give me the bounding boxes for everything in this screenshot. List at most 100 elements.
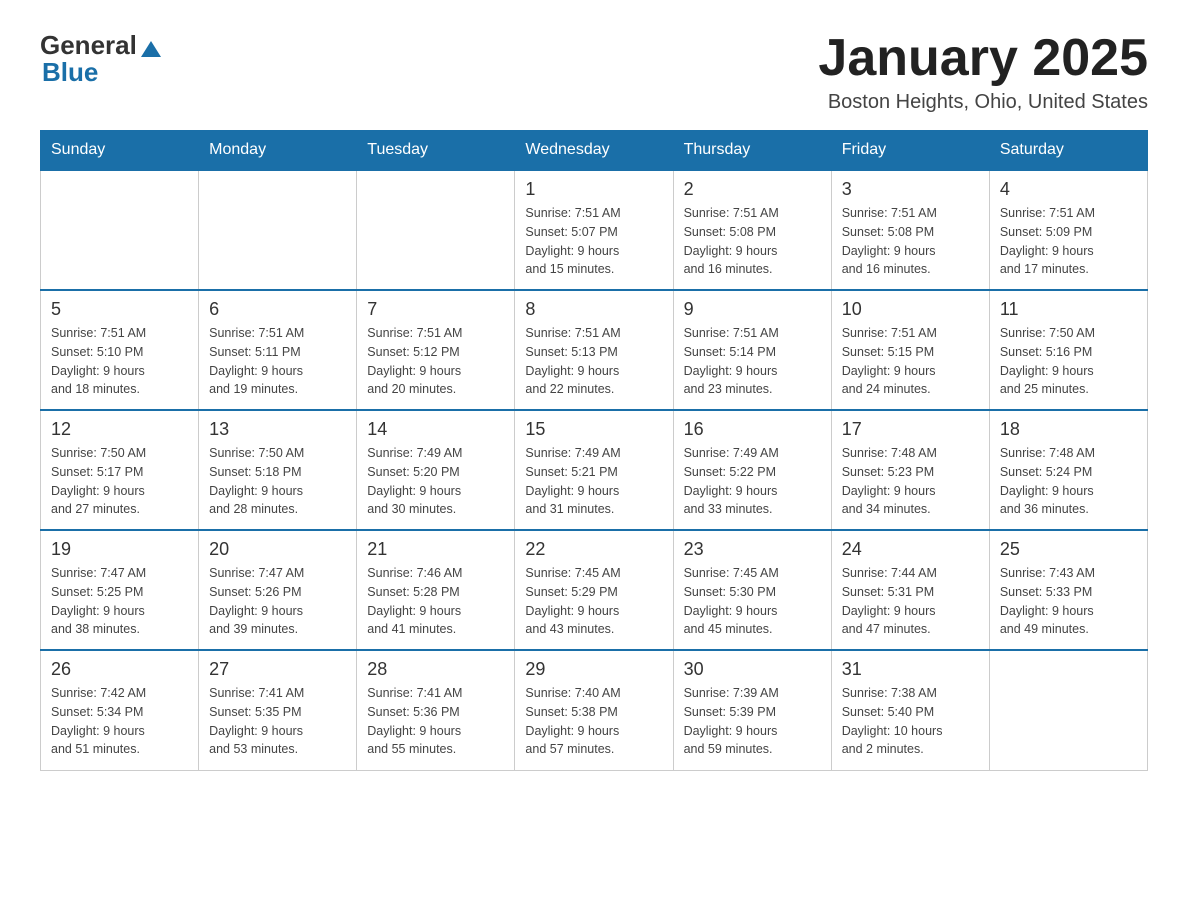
day-number: 14 [367,419,504,440]
day-number: 8 [525,299,662,320]
day-number: 1 [525,179,662,200]
calendar-table: SundayMondayTuesdayWednesdayThursdayFrid… [40,130,1148,771]
calendar-cell: 22 Sunrise: 7:45 AM Sunset: 5:29 PM Dayli… [515,530,673,650]
day-info: Sunrise: 7:41 AM Sunset: 5:36 PM Dayligh… [367,684,504,759]
calendar-cell: 10 Sunrise: 7:51 AM Sunset: 5:15 PM Dayli… [831,290,989,410]
calendar-cell: 2Sunrise: 7:51 AM Sunset: 5:08 PM Daylig… [673,170,831,290]
day-number: 29 [525,659,662,680]
day-number: 24 [842,539,979,560]
calendar-cell [41,170,199,290]
day-number: 21 [367,539,504,560]
calendar-cell: 17 Sunrise: 7:48 AM Sunset: 5:23 PM Dayli… [831,410,989,530]
day-number: 26 [51,659,188,680]
logo: General Blue [40,30,161,88]
day-number: 19 [51,539,188,560]
day-info: Sunrise: 7:51 AM Sunset: 5:08 PM Dayligh… [842,204,979,279]
calendar-header-row: SundayMondayTuesdayWednesdayThursdayFrid… [41,131,1148,171]
day-number: 17 [842,419,979,440]
calendar-title: January 2025 [818,30,1148,87]
day-number: 4 [1000,179,1137,200]
day-info: Sunrise: 7:43 AM Sunset: 5:33 PM Dayligh… [1000,564,1137,639]
calendar-cell: 7Sunrise: 7:51 AM Sunset: 5:12 PM Daylig… [357,290,515,410]
week-row-5: 26Sunrise: 7:42 AM Sunset: 5:34 PM Dayli… [41,650,1148,770]
logo-arrow-icon [141,41,161,57]
week-row-2: 5Sunrise: 7:51 AM Sunset: 5:10 PM Daylig… [41,290,1148,410]
day-info: Sunrise: 7:46 AM Sunset: 5:28 PM Dayligh… [367,564,504,639]
day-of-week-friday: Friday [831,131,989,171]
day-info: Sunrise: 7:48 AM Sunset: 5:24 PM Dayligh… [1000,444,1137,519]
day-number: 31 [842,659,979,680]
day-number: 22 [525,539,662,560]
calendar-cell: 4 Sunrise: 7:51 AM Sunset: 5:09 PM Daylig… [989,170,1147,290]
calendar-cell: 11Sunrise: 7:50 AM Sunset: 5:16 PM Dayli… [989,290,1147,410]
day-info: Sunrise: 7:41 AM Sunset: 5:35 PM Dayligh… [209,684,346,759]
day-number: 5 [51,299,188,320]
day-info: Sunrise: 7:38 AM Sunset: 5:40 PM Dayligh… [842,684,979,759]
day-number: 10 [842,299,979,320]
day-number: 6 [209,299,346,320]
day-number: 23 [684,539,821,560]
day-of-week-monday: Monday [199,131,357,171]
calendar-cell: 18 Sunrise: 7:48 AM Sunset: 5:24 PM Dayli… [989,410,1147,530]
day-info: Sunrise: 7:50 AM Sunset: 5:16 PM Dayligh… [1000,324,1137,399]
calendar-cell: 14 Sunrise: 7:49 AM Sunset: 5:20 PM Dayli… [357,410,515,530]
day-info: Sunrise: 7:49 AM Sunset: 5:21 PM Dayligh… [525,444,662,519]
calendar-cell: 16 Sunrise: 7:49 AM Sunset: 5:22 PM Dayli… [673,410,831,530]
calendar-cell [357,170,515,290]
day-number: 3 [842,179,979,200]
week-row-1: 1 Sunrise: 7:51 AM Sunset: 5:07 PM Daylig… [41,170,1148,290]
calendar-cell: 21 Sunrise: 7:46 AM Sunset: 5:28 PM Dayli… [357,530,515,650]
calendar-cell: 1 Sunrise: 7:51 AM Sunset: 5:07 PM Daylig… [515,170,673,290]
day-of-week-saturday: Saturday [989,131,1147,171]
logo-blue-text: Blue [40,57,98,88]
calendar-cell: 28Sunrise: 7:41 AM Sunset: 5:36 PM Dayli… [357,650,515,770]
day-info: Sunrise: 7:49 AM Sunset: 5:20 PM Dayligh… [367,444,504,519]
calendar-cell: 5Sunrise: 7:51 AM Sunset: 5:10 PM Daylig… [41,290,199,410]
calendar-cell [989,650,1147,770]
calendar-cell: 25 Sunrise: 7:43 AM Sunset: 5:33 PM Dayli… [989,530,1147,650]
page-header: General Blue January 2025 Boston Heights… [40,30,1148,114]
day-number: 12 [51,419,188,440]
day-of-week-sunday: Sunday [41,131,199,171]
day-info: Sunrise: 7:45 AM Sunset: 5:29 PM Dayligh… [525,564,662,639]
calendar-cell: 3 Sunrise: 7:51 AM Sunset: 5:08 PM Daylig… [831,170,989,290]
calendar-cell: 15 Sunrise: 7:49 AM Sunset: 5:21 PM Dayli… [515,410,673,530]
day-info: Sunrise: 7:51 AM Sunset: 5:08 PM Dayligh… [684,204,821,279]
day-number: 16 [684,419,821,440]
day-info: Sunrise: 7:48 AM Sunset: 5:23 PM Dayligh… [842,444,979,519]
calendar-cell: 26Sunrise: 7:42 AM Sunset: 5:34 PM Dayli… [41,650,199,770]
calendar-cell: 27 Sunrise: 7:41 AM Sunset: 5:35 PM Dayli… [199,650,357,770]
day-of-week-thursday: Thursday [673,131,831,171]
calendar-cell: 23Sunrise: 7:45 AM Sunset: 5:30 PM Dayli… [673,530,831,650]
day-info: Sunrise: 7:47 AM Sunset: 5:25 PM Dayligh… [51,564,188,639]
calendar-cell: 9Sunrise: 7:51 AM Sunset: 5:14 PM Daylig… [673,290,831,410]
day-number: 15 [525,419,662,440]
week-row-4: 19 Sunrise: 7:47 AM Sunset: 5:25 PM Dayli… [41,530,1148,650]
day-info: Sunrise: 7:49 AM Sunset: 5:22 PM Dayligh… [684,444,821,519]
week-row-3: 12Sunrise: 7:50 AM Sunset: 5:17 PM Dayli… [41,410,1148,530]
day-info: Sunrise: 7:40 AM Sunset: 5:38 PM Dayligh… [525,684,662,759]
calendar-cell: 30Sunrise: 7:39 AM Sunset: 5:39 PM Dayli… [673,650,831,770]
day-number: 25 [1000,539,1137,560]
calendar-cell: 24 Sunrise: 7:44 AM Sunset: 5:31 PM Dayli… [831,530,989,650]
calendar-cell: 31 Sunrise: 7:38 AM Sunset: 5:40 PM Dayli… [831,650,989,770]
day-number: 30 [684,659,821,680]
calendar-cell: 29 Sunrise: 7:40 AM Sunset: 5:38 PM Dayli… [515,650,673,770]
day-number: 27 [209,659,346,680]
day-info: Sunrise: 7:50 AM Sunset: 5:18 PM Dayligh… [209,444,346,519]
day-info: Sunrise: 7:51 AM Sunset: 5:15 PM Dayligh… [842,324,979,399]
calendar-cell: 13 Sunrise: 7:50 AM Sunset: 5:18 PM Dayli… [199,410,357,530]
calendar-cell [199,170,357,290]
calendar-cell: 19 Sunrise: 7:47 AM Sunset: 5:25 PM Dayli… [41,530,199,650]
day-of-week-tuesday: Tuesday [357,131,515,171]
day-info: Sunrise: 7:44 AM Sunset: 5:31 PM Dayligh… [842,564,979,639]
day-info: Sunrise: 7:51 AM Sunset: 5:07 PM Dayligh… [525,204,662,279]
day-info: Sunrise: 7:47 AM Sunset: 5:26 PM Dayligh… [209,564,346,639]
calendar-cell: 12Sunrise: 7:50 AM Sunset: 5:17 PM Dayli… [41,410,199,530]
calendar-title-block: January 2025 Boston Heights, Ohio, Unite… [818,30,1148,114]
day-info: Sunrise: 7:51 AM Sunset: 5:09 PM Dayligh… [1000,204,1137,279]
day-number: 13 [209,419,346,440]
calendar-subtitle: Boston Heights, Ohio, United States [818,91,1148,114]
calendar-cell: 8Sunrise: 7:51 AM Sunset: 5:13 PM Daylig… [515,290,673,410]
day-number: 18 [1000,419,1137,440]
